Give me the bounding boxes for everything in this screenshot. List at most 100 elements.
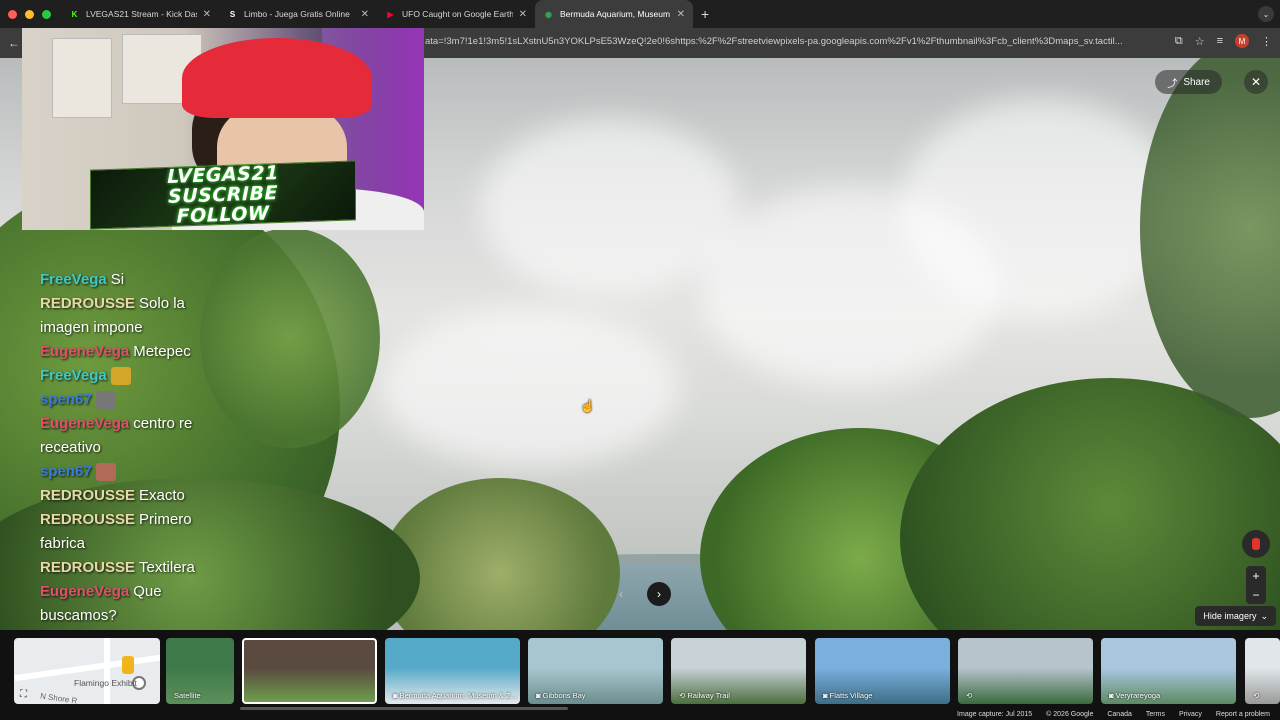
tab-close-icon[interactable]: ✕ xyxy=(519,9,527,20)
chat-username[interactable]: spen67 xyxy=(40,391,92,408)
chat-message: spen67 xyxy=(40,388,230,412)
zoom-out-button[interactable]: − xyxy=(1252,588,1259,602)
minimize-window-button[interactable] xyxy=(25,9,34,19)
share-label: Share xyxy=(1183,76,1210,88)
tab-label: UFO Caught on Google Earth xyxy=(402,9,513,19)
maximize-window-button[interactable] xyxy=(42,9,51,19)
tab-close-icon[interactable]: ✕ xyxy=(203,9,211,20)
map-street-label: N Shore R xyxy=(39,691,78,704)
chat-message: EugeneVega Metepec xyxy=(40,340,230,364)
image-capture-date: Image capture: Jul 2015 xyxy=(957,711,1033,718)
thumbnail-label: ⟲ Railway Trail xyxy=(679,691,730,700)
foliage xyxy=(380,478,620,630)
back-arrow-icon[interactable]: ← xyxy=(8,36,20,50)
hide-imagery-label: Hide imagery xyxy=(1203,611,1257,621)
mini-map[interactable]: Flamingo Exhibit N Shore R ⛶ xyxy=(14,638,160,704)
thumbnail-label: ⟲ xyxy=(1253,691,1260,700)
chat-username[interactable]: spen67 xyxy=(40,463,92,480)
pegman-icon[interactable] xyxy=(122,656,134,674)
chat-text: Exacto xyxy=(139,487,185,504)
chat-emote-icon xyxy=(95,391,116,410)
chat-username[interactable]: EugeneVega xyxy=(40,343,129,360)
url-field[interactable]: ata=!3m7!1e1!3m5!1sLXstnU5n3YOKLPsE53Wze… xyxy=(425,36,1150,47)
screen: K LVEGAS21 Stream - Kick Das ✕ S Limbo - Jue… xyxy=(0,0,1280,720)
filmstrip-thumbnail[interactable] xyxy=(242,638,377,704)
hide-imagery-button[interactable]: Hide imagery ⌄ xyxy=(1195,606,1276,626)
filmstrip-thumbnail[interactable]: ◙ Flatts Village xyxy=(815,638,950,704)
zoom-in-button[interactable]: + xyxy=(1252,569,1259,583)
chat-message: REDROUSSE Exacto xyxy=(40,484,230,508)
chat-message: EugeneVega centro re receativo xyxy=(40,412,230,460)
chat-username[interactable]: EugeneVega xyxy=(40,583,129,600)
chat-username[interactable]: REDROUSSE xyxy=(40,511,135,528)
chat-username[interactable]: FreeVega xyxy=(40,367,107,384)
chat-message: spen67 xyxy=(40,460,230,484)
banner-follow: FOLLOW xyxy=(176,202,270,228)
filmstrip-thumbnail[interactable]: Satellite xyxy=(166,638,234,704)
foliage xyxy=(1140,58,1280,418)
tab-label: Limbo - Juega Gratis Online xyxy=(244,9,350,19)
photo-filmstrip: Flamingo Exhibit N Shore R ⛶ Satellite ◙ … xyxy=(0,630,1280,710)
new-tab-button[interactable]: + xyxy=(701,6,709,22)
stream-chat-overlay: FreeVega Si REDROUSSE Solo la imagen impone… xyxy=(40,268,230,630)
tab-close-icon[interactable]: ✕ xyxy=(361,9,369,20)
chevron-down-icon: ⌄ xyxy=(1260,610,1268,621)
terms-link[interactable]: Terms xyxy=(1146,711,1165,718)
chat-username[interactable]: EugeneVega xyxy=(40,415,129,432)
next-image-arrow-icon[interactable]: › xyxy=(647,582,671,606)
tab-search-button[interactable]: ⌄ xyxy=(1258,6,1274,22)
thumbnail-label: ◙ Flatts Village xyxy=(823,691,873,700)
chat-username[interactable]: REDROUSSE xyxy=(40,295,135,312)
window-controls xyxy=(8,9,51,19)
more-menu-icon[interactable]: ⋮ xyxy=(1261,35,1272,48)
browser-tab[interactable]: ◉ Bermuda Aquarium, Museum ✕ xyxy=(535,0,693,28)
tab-list: K LVEGAS21 Stream - Kick Das ✕ S Limbo - Jue… xyxy=(61,0,693,28)
bookmark-star-icon[interactable]: ☆ xyxy=(1195,35,1205,48)
browser-tab[interactable]: ▶ UFO Caught on Google Earth ✕ xyxy=(377,0,535,28)
previous-image-arrow-icon[interactable]: ‹ xyxy=(610,582,632,606)
foliage xyxy=(900,378,1280,630)
filmstrip-thumbnail[interactable]: ⟲ xyxy=(1245,638,1280,704)
share-icon: ⤴ xyxy=(1167,78,1178,90)
browser-tab[interactable]: S Limbo - Juega Gratis Online ✕ xyxy=(219,0,377,28)
privacy-link[interactable]: Privacy xyxy=(1179,711,1202,718)
tab-label: LVEGAS21 Stream - Kick Das xyxy=(86,9,197,19)
expand-map-icon[interactable]: ⛶ xyxy=(20,689,27,700)
map-footer: Image capture: Jul 2015 © 2026 Google Ca… xyxy=(0,710,1280,720)
chat-username[interactable]: REDROUSSE xyxy=(40,487,135,504)
tab-favicon-icon: K xyxy=(71,9,78,19)
subscribe-banner: LVEGAS21 SUSCRIBE FOLLOW xyxy=(90,160,356,230)
report-problem-link[interactable]: Report a problem xyxy=(1216,711,1270,718)
close-icon[interactable]: ✕ xyxy=(1244,70,1268,94)
tab-close-icon[interactable]: ✕ xyxy=(677,9,685,20)
filmstrip-thumbnail[interactable]: ◙ Veryrareyoga xyxy=(1101,638,1236,704)
install-app-icon[interactable]: ⧉ xyxy=(1175,35,1183,48)
compass-icon[interactable] xyxy=(1242,530,1270,558)
thumbnail-label: ◙ Bermuda Aquarium, Museum & Z... xyxy=(393,691,517,700)
browser-tab[interactable]: K LVEGAS21 Stream - Kick Das ✕ xyxy=(61,0,219,28)
red-cap xyxy=(182,38,372,118)
chat-message: REDROUSSE Solo la imagen impone xyxy=(40,292,230,340)
filmstrip-thumbnail[interactable]: ⟲ xyxy=(958,638,1093,704)
zoom-control: + − xyxy=(1246,566,1266,604)
map-road xyxy=(104,638,110,704)
chat-username[interactable]: FreeVega xyxy=(40,271,107,288)
tab-favicon-icon: S xyxy=(229,9,236,19)
share-button[interactable]: ⤴ Share xyxy=(1155,70,1222,94)
chat-text: Metepec xyxy=(133,343,191,360)
filmstrip-thumbnail[interactable]: ⟲ Railway Trail xyxy=(671,638,806,704)
filmstrip-thumbnail[interactable]: ◙ Gibbons Bay xyxy=(528,638,663,704)
close-window-button[interactable] xyxy=(8,9,17,19)
thumbnail-label: ◙ Veryrareyoga xyxy=(1109,691,1161,700)
tab-label: Bermuda Aquarium, Museum xyxy=(560,9,671,19)
cloud xyxy=(900,98,1180,318)
country-link[interactable]: Canada xyxy=(1107,711,1132,718)
profile-avatar[interactable]: M xyxy=(1235,34,1249,48)
filmstrip-thumbnail[interactable]: ◙ Bermuda Aquarium, Museum & Z... xyxy=(385,638,520,704)
chat-message: EugeneVega Que buscamos? xyxy=(40,580,230,628)
chat-username[interactable]: REDROUSSE xyxy=(40,559,135,576)
hand-cursor-icon: ☝ xyxy=(580,399,595,413)
wall-poster xyxy=(52,38,112,118)
media-controls-icon[interactable]: ≡ xyxy=(1217,35,1223,47)
toolbar-icons: ⧉ ☆ ≡ M ⋮ xyxy=(1175,34,1272,48)
